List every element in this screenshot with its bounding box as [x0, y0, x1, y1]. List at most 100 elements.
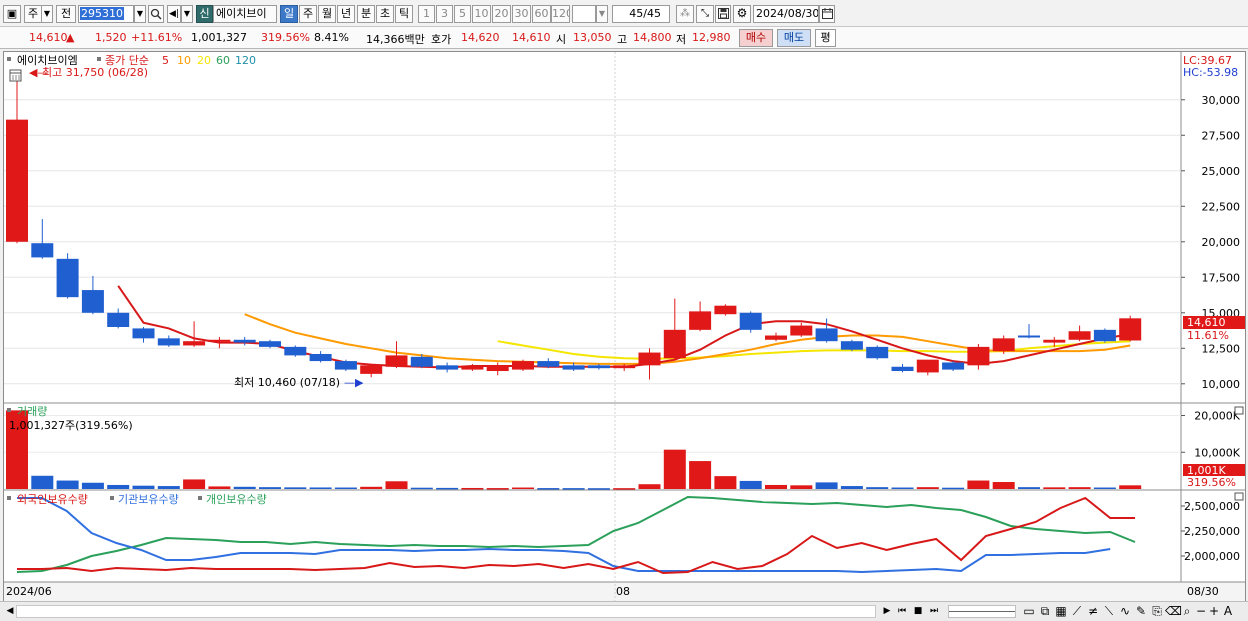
line-tool-icon[interactable]: ⟍: [1102, 604, 1116, 619]
wave-icon[interactable]: ∿: [1118, 604, 1132, 619]
candle-body[interactable]: [562, 365, 585, 370]
candle-body[interactable]: [587, 365, 610, 369]
candle-body[interactable]: [233, 339, 256, 343]
candle-body[interactable]: [916, 359, 939, 373]
speaker-dropdown-icon[interactable]: ▼: [181, 5, 193, 23]
custom-period-input[interactable]: [572, 5, 596, 23]
ma-legend-120[interactable]: 120: [235, 54, 256, 67]
volume-bar[interactable]: [765, 484, 787, 489]
copy-icon[interactable]: ⎘: [1150, 604, 1164, 619]
foreign-holdings-line[interactable]: [17, 496, 1135, 575]
volume-bar[interactable]: [739, 480, 762, 489]
stop-icon[interactable]: ■: [911, 604, 925, 619]
volume-bar[interactable]: [1043, 487, 1066, 489]
candle-body[interactable]: [992, 338, 1015, 352]
erase-icon[interactable]: ⌫: [1165, 604, 1182, 619]
volume-bar[interactable]: [840, 486, 863, 489]
volume-bar[interactable]: [259, 487, 281, 489]
chart-menu-icon[interactable]: ▣: [3, 5, 21, 23]
link-icon[interactable]: ⁂: [676, 5, 694, 23]
pen-icon[interactable]: ✎: [1134, 604, 1148, 619]
search-icon[interactable]: [148, 5, 164, 23]
minute-tab-60[interactable]: 60: [532, 5, 551, 23]
volume-bar[interactable]: [512, 487, 534, 490]
volume-bar[interactable]: [309, 487, 332, 489]
candle-body[interactable]: [208, 339, 231, 342]
candle-body[interactable]: [714, 305, 737, 315]
tab-tick[interactable]: 틱: [395, 5, 413, 23]
minute-tab-3[interactable]: 3: [436, 5, 453, 23]
volume-bar[interactable]: [157, 486, 180, 489]
candle-body[interactable]: [486, 365, 509, 372]
candle[interactable]: [714, 304, 737, 316]
volume-bar[interactable]: [663, 449, 686, 489]
legend-institution-holdings[interactable]: 기관보유수량: [118, 493, 179, 506]
candle[interactable]: [942, 361, 965, 372]
play-icon[interactable]: ▶: [880, 604, 894, 619]
candle-body[interactable]: [891, 366, 914, 372]
volume-bar[interactable]: [31, 475, 54, 489]
period-select[interactable]: 주: [24, 5, 42, 23]
candle-body[interactable]: [967, 346, 990, 366]
gear-icon[interactable]: ⚙: [733, 5, 751, 23]
volume-bar[interactable]: [233, 486, 256, 489]
volume-bar[interactable]: [613, 488, 636, 490]
prev-button[interactable]: 전: [56, 5, 76, 23]
volume-bar[interactable]: [183, 479, 206, 489]
scroll-left-icon[interactable]: ◀: [4, 604, 16, 619]
magnifier-icon[interactable]: ⌕: [1180, 604, 1194, 619]
candle-body[interactable]: [81, 290, 104, 313]
candle-body[interactable]: [385, 355, 408, 367]
volume-bar[interactable]: [1119, 485, 1142, 489]
volume-bar[interactable]: [942, 487, 965, 490]
scroll-track[interactable]: [16, 605, 876, 618]
candle-body[interactable]: [183, 341, 206, 346]
candle-body[interactable]: [1068, 331, 1091, 340]
minute-tab-120[interactable]: 120: [551, 5, 570, 23]
candle-body[interactable]: [107, 312, 130, 327]
volume-panel-close-icon[interactable]: [1234, 406, 1244, 415]
volume-bar[interactable]: [107, 484, 130, 489]
minute-tab-30[interactable]: 30: [512, 5, 531, 23]
volume-bar[interactable]: [1018, 487, 1040, 489]
candle-body[interactable]: [1018, 335, 1040, 338]
font-size-icon[interactable]: A: [1221, 604, 1235, 619]
date-input[interactable]: 2024/08/30: [753, 5, 819, 23]
ma-legend-5[interactable]: 5: [162, 54, 169, 67]
zoom-out-icon[interactable]: −: [1195, 604, 1207, 619]
tab-month[interactable]: 월: [318, 5, 336, 23]
chart-area[interactable]: 30,000 27,500 25,000 22,500 20,000 17,500 15,0…: [3, 51, 1246, 602]
candle-body[interactable]: [157, 338, 180, 346]
candle-body[interactable]: [436, 365, 459, 370]
candle-body[interactable]: [765, 335, 787, 340]
candle[interactable]: [512, 359, 534, 372]
volume-bar[interactable]: [537, 488, 560, 490]
split-icon[interactable]: ⧉: [1038, 604, 1052, 619]
volume-bar[interactable]: [891, 487, 914, 490]
candle-body[interactable]: [259, 341, 281, 347]
candle-body[interactable]: [689, 311, 712, 330]
candle-body[interactable]: [132, 328, 155, 339]
tab-year[interactable]: 년: [337, 5, 355, 23]
candle[interactable]: [284, 345, 307, 357]
layout-icon[interactable]: ▭: [1022, 604, 1036, 619]
volume-bar[interactable]: [967, 480, 990, 489]
stock-code-input[interactable]: 295310: [78, 5, 134, 23]
holders-panel-close-icon[interactable]: [1234, 492, 1244, 501]
volume-bar[interactable]: [284, 487, 307, 489]
volume-bar[interactable]: [1093, 487, 1116, 490]
minute-tab-1[interactable]: 1: [418, 5, 435, 23]
candle-body[interactable]: [309, 353, 332, 362]
buy-button[interactable]: 매수: [739, 29, 773, 47]
volume-bar[interactable]: [436, 487, 459, 490]
chart-canvas[interactable]: 30,00027,50025,00022,50020,00017,50015,0…: [4, 52, 1245, 601]
calendar-icon[interactable]: [819, 5, 835, 23]
volume-bar[interactable]: [385, 481, 408, 489]
fibo-icon[interactable]: ≠: [1086, 604, 1100, 619]
candle-body[interactable]: [461, 366, 484, 370]
code-dropdown-icon[interactable]: ▼: [134, 5, 146, 23]
minute-tab-10[interactable]: 10: [472, 5, 491, 23]
candle-body[interactable]: [410, 356, 433, 367]
ma-legend-10[interactable]: 10: [177, 54, 191, 67]
volume-bar[interactable]: [1068, 487, 1091, 489]
